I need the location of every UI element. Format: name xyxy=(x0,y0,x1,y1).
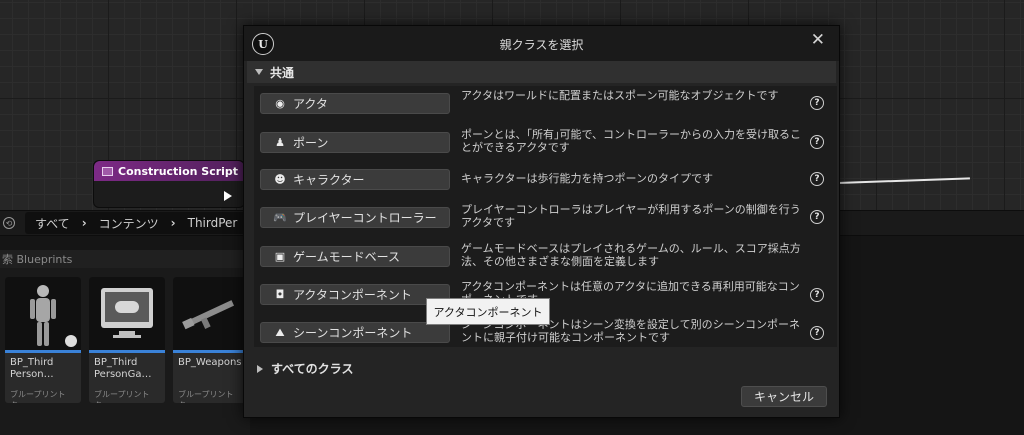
asset-tile[interactable]: BP_Weapons ブループリント ク… xyxy=(173,277,249,403)
class-description: ポーンとは、｢所有｣可能で、コントローラーからの入力を受け取ることができるアクタ… xyxy=(461,128,802,154)
actor-class-button[interactable]: ◉ アクタ xyxy=(260,93,450,114)
class-description: キャラクターは歩行能力を持つポーンのタイプです xyxy=(461,172,714,185)
asset-thumbnail xyxy=(173,277,249,350)
scene-component-icon: ⛰ xyxy=(275,325,285,339)
asset-name: BP_Third PersonGa… xyxy=(94,357,152,380)
class-row-game-mode-base: ▣ ゲームモードベース ゲームモードベースはプレイされるゲームの、ルール、スコア… xyxy=(254,238,837,276)
class-row-actor: ◉ アクタ アクタはワールドに配置またはスポーン可能なオブジェクトです ? xyxy=(254,86,837,124)
help-icon[interactable]: ? xyxy=(810,135,824,149)
pawn-icon: ♟ xyxy=(275,136,285,149)
class-label: ポーン xyxy=(293,136,329,150)
gamepad-icon: 🎮 xyxy=(273,211,287,224)
asset-thumbnail xyxy=(5,277,81,350)
asset-name: BP_Weapons xyxy=(178,357,242,368)
chevron-right-icon: › xyxy=(170,216,176,230)
section-label: 共通 xyxy=(270,65,295,80)
asset-tile[interactable]: BP_Third Person… ブループリント ク… xyxy=(5,277,81,403)
character-icon: ☻ xyxy=(274,173,286,186)
common-section-header[interactable]: 共通 xyxy=(247,61,836,83)
help-icon[interactable]: ? xyxy=(810,288,824,302)
chevron-right-icon: › xyxy=(81,216,87,230)
node-title: Construction Script xyxy=(118,164,239,178)
node-header: Construction Script xyxy=(94,161,244,181)
tooltip: アクタコンポーネント xyxy=(426,298,550,325)
actor-component-class-button[interactable]: ◘ アクタコンポーネント xyxy=(260,284,450,305)
breadcrumb-thirdperson[interactable]: ThirdPer xyxy=(188,216,238,230)
class-row-pawn: ♟ ポーン ポーンとは、｢所有｣可能で、コントローラーからの入力を受け取ることが… xyxy=(254,124,837,162)
close-icon[interactable]: ✕ xyxy=(811,30,825,50)
class-label: シーンコンポーネント xyxy=(293,326,413,340)
character-badge-icon xyxy=(65,335,77,347)
help-icon[interactable]: ? xyxy=(810,96,824,110)
class-description: アクタはワールドに配置またはスポーン可能なオブジェクトです xyxy=(461,89,779,102)
pawn-class-button[interactable]: ♟ ポーン xyxy=(260,132,450,153)
class-label: プレイヤーコントローラー xyxy=(293,211,437,225)
history-icon[interactable]: ⟲ xyxy=(3,217,15,229)
class-label: アクタコンポーネント xyxy=(293,288,412,302)
dialog-titlebar: U 親クラスを選択 ✕ xyxy=(244,26,839,61)
pick-parent-class-dialog: U 親クラスを選択 ✕ 共通 ◉ アクタ アクタはワールドに配置またはスポーン可… xyxy=(243,25,840,418)
breadcrumb-all[interactable]: すべて xyxy=(35,215,70,232)
asset-search-input[interactable]: 索 Blueprints xyxy=(0,250,250,268)
actor-component-icon: ◘ xyxy=(275,288,285,301)
help-icon[interactable]: ? xyxy=(810,172,824,186)
exec-pin-icon[interactable] xyxy=(224,191,232,201)
asset-type: ブループリント ク… xyxy=(10,390,66,403)
breadcrumb-content[interactable]: コンテンツ xyxy=(99,215,159,232)
help-icon[interactable]: ? xyxy=(810,326,824,340)
breadcrumb: すべて › コンテンツ › ThirdPer xyxy=(25,212,248,234)
player-controller-class-button[interactable]: 🎮 プレイヤーコントローラー xyxy=(260,207,450,228)
scene-component-class-button[interactable]: ⛰ シーンコンポーネント xyxy=(260,322,450,343)
all-classes-section-header[interactable]: すべてのクラス xyxy=(257,360,353,377)
construction-script-node[interactable]: Construction Script xyxy=(93,160,245,208)
class-label: ゲームモードベース xyxy=(293,250,401,264)
game-mode-base-class-button[interactable]: ▣ ゲームモードベース xyxy=(260,246,450,267)
asset-name: BP_Third Person… xyxy=(10,357,54,380)
cancel-button[interactable]: キャンセル xyxy=(741,386,827,407)
function-icon xyxy=(102,166,113,176)
character-class-button[interactable]: ☻ キャラクター xyxy=(260,169,450,190)
class-label: キャラクター xyxy=(293,173,365,187)
caret-down-icon xyxy=(255,69,263,75)
actor-icon: ◉ xyxy=(275,97,285,110)
class-row-character: ☻ キャラクター キャラクターは歩行能力を持つポーンのタイプです ? xyxy=(254,162,837,200)
asset-type: ブループリント ク… xyxy=(94,390,150,403)
caret-right-icon xyxy=(257,364,263,373)
game-mode-icon: ▣ xyxy=(274,250,286,263)
all-classes-label: すべてのクラス xyxy=(271,362,354,376)
asset-tile[interactable]: BP_Third PersonGa… ブループリント ク… xyxy=(89,277,165,403)
class-label: アクタ xyxy=(293,97,328,111)
asset-type: ブループリント ク… xyxy=(178,390,234,403)
class-description: ゲームモードベースはプレイされるゲームの、ルール、スコア採点方法、その他さまざま… xyxy=(461,242,801,268)
dialog-title: 親クラスを選択 xyxy=(499,38,584,52)
class-description: プレイヤーコントローラはプレイヤーが利用するポーンの制御を行うアクタです xyxy=(461,203,801,229)
asset-thumbnail xyxy=(89,277,165,350)
class-row-player-controller: 🎮 プレイヤーコントローラー プレイヤーコントローラはプレイヤーが利用するポーン… xyxy=(254,200,837,238)
help-icon[interactable]: ? xyxy=(810,210,824,224)
